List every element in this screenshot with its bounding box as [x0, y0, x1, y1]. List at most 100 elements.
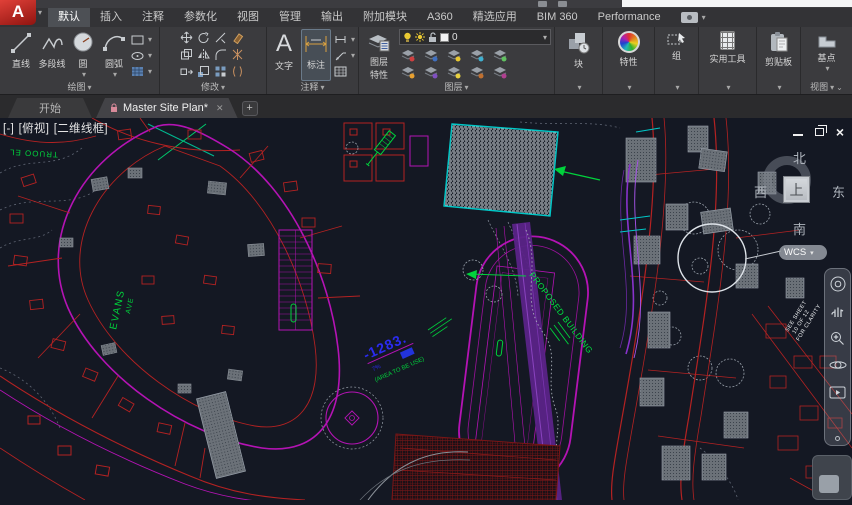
ribbon-tab-featured-apps[interactable]: 精选应用	[463, 8, 527, 27]
mirror-icon[interactable]	[197, 47, 211, 61]
dimension-button[interactable]: 标注	[301, 29, 331, 81]
viewcube-east[interactable]: 东	[832, 182, 845, 201]
quick-access-icon[interactable]	[558, 1, 567, 7]
dropdown-arrow-icon[interactable]: ▾	[82, 70, 86, 79]
dropdown-arrow-icon[interactable]: ▾	[702, 8, 706, 27]
dropdown-arrow-icon[interactable]: ▾	[351, 35, 355, 44]
dropdown-arrow-icon[interactable]: ▾	[543, 33, 547, 42]
orbit-icon[interactable]	[829, 356, 847, 374]
quick-access-icon[interactable]	[538, 1, 547, 7]
viewport-view-control[interactable]: [俯视]	[19, 123, 50, 135]
wcs-selector[interactable]: WCS ▾	[779, 245, 827, 260]
table-icon[interactable]	[334, 64, 348, 78]
viewcube-south[interactable]: 南	[793, 219, 806, 238]
ribbon-tab-annotate[interactable]: 注释	[132, 8, 174, 27]
layer-tool-icon[interactable]	[470, 48, 484, 62]
panel-group-label[interactable]: ▾	[655, 81, 698, 94]
ribbon-tab-performance[interactable]: Performance	[588, 8, 671, 27]
copy-icon[interactable]	[180, 47, 194, 61]
panel-block-label[interactable]: ▾	[555, 81, 602, 94]
panel-draw-label[interactable]: 绘图 ▾	[0, 81, 159, 94]
dropdown-arrow-icon[interactable]: ▾	[148, 51, 152, 60]
app-menu-arrow-icon[interactable]: ▾	[38, 8, 42, 17]
layer-tool-icon[interactable]	[470, 65, 484, 79]
trim-icon[interactable]	[214, 30, 228, 44]
panel-utilities-label[interactable]: ▾	[699, 81, 756, 94]
circle-button[interactable]: 圆 ▾	[69, 29, 97, 81]
panel-properties-label[interactable]: ▾	[603, 81, 654, 94]
layer-select[interactable]: 0 ▾	[399, 29, 551, 45]
layer-tool-icon[interactable]	[493, 48, 507, 62]
arc-button[interactable]: 圆弧 ▾	[100, 29, 128, 81]
ellipse-icon[interactable]	[131, 48, 145, 62]
stretch-icon[interactable]	[180, 64, 194, 78]
hatch-icon[interactable]	[131, 64, 145, 78]
dim-linear-icon[interactable]	[334, 32, 348, 46]
zoom-icon[interactable]	[829, 329, 847, 347]
new-drawing-button[interactable]: +	[241, 101, 258, 116]
restore-icon[interactable]	[814, 125, 827, 136]
layer-tool-icon[interactable]	[401, 65, 415, 79]
pan-icon[interactable]	[829, 302, 847, 320]
rectangle-icon[interactable]	[131, 32, 145, 46]
panel-annotate-label[interactable]: 注释 ▾	[267, 81, 358, 94]
ribbon-tab-parametric[interactable]: 参数化	[174, 8, 227, 27]
properties-button[interactable]: 特性	[615, 29, 643, 81]
layer-tool-icon[interactable]	[424, 48, 438, 62]
ribbon-tab-home[interactable]: 默认	[48, 8, 90, 27]
ribbon-tab-bim360[interactable]: BIM 360	[527, 8, 588, 27]
layer-tool-icon[interactable]	[447, 48, 461, 62]
dropdown-arrow-icon[interactable]: ▾	[113, 70, 117, 79]
layer-tool-icon[interactable]	[401, 48, 415, 62]
rotate-icon[interactable]	[197, 30, 211, 44]
ribbon-tab-view[interactable]: 视图	[227, 8, 269, 27]
move-icon[interactable]	[180, 30, 194, 44]
erase-icon[interactable]	[231, 30, 245, 44]
close-icon[interactable]: ×	[836, 125, 844, 139]
panel-view-label[interactable]: 视图 ▾ ⌄	[801, 81, 852, 94]
clipboard-button[interactable]: 剪贴板	[765, 29, 793, 81]
ribbon-tab-manage[interactable]: 管理	[269, 8, 311, 27]
panel-expand-icon[interactable]: ⌄	[836, 83, 843, 92]
nav-wheel-icon[interactable]	[829, 275, 847, 293]
corner-widget[interactable]	[812, 455, 852, 500]
dropdown-arrow-icon[interactable]: ▾	[351, 51, 355, 60]
minimize-icon[interactable]	[792, 134, 803, 136]
layer-tool-icon[interactable]	[493, 65, 507, 79]
ribbon-tab-output[interactable]: 输出	[311, 8, 353, 27]
doc-tab-start[interactable]: 开始	[8, 98, 92, 118]
leader-icon[interactable]	[334, 48, 348, 62]
line-button[interactable]: 直线	[7, 29, 35, 81]
offset-icon[interactable]	[231, 64, 245, 78]
polyline-button[interactable]: 多段线	[38, 29, 66, 81]
viewcube-west[interactable]: 西	[754, 182, 767, 201]
utilities-button[interactable]: 实用工具	[709, 29, 746, 81]
dropdown-arrow-icon[interactable]: ▾	[825, 64, 829, 73]
layer-tool-icon[interactable]	[424, 65, 438, 79]
fillet-icon[interactable]	[214, 47, 228, 61]
panel-clipboard-label[interactable]: ▾	[757, 81, 800, 94]
ribbon-tab-insert[interactable]: 插入	[90, 8, 132, 27]
layer-tool-icon[interactable]	[447, 65, 461, 79]
scale-icon[interactable]	[197, 64, 211, 78]
group-button[interactable]: 组	[663, 29, 691, 81]
capture-icon[interactable]	[680, 12, 698, 23]
navbar-options-icon[interactable]	[835, 436, 840, 441]
layer-properties-button[interactable]: 图层 特性	[362, 29, 396, 81]
panel-layers-label[interactable]: 图层 ▾	[359, 81, 554, 94]
ribbon-tab-a360[interactable]: A360	[417, 8, 463, 27]
dropdown-arrow-icon[interactable]: ▾	[148, 67, 152, 76]
viewport-style-control[interactable]: [二维线框]	[54, 123, 108, 135]
basepoint-button[interactable]: 基点 ▾	[813, 29, 841, 81]
doc-tab-master-site-plan[interactable]: Master Site Plan* ✕	[96, 98, 238, 118]
text-button[interactable]: A 文字	[270, 29, 298, 81]
showmotion-icon[interactable]	[829, 383, 847, 401]
block-button[interactable]: 块	[565, 29, 593, 81]
dropdown-arrow-icon[interactable]: ▾	[148, 35, 152, 44]
ribbon-tab-addins[interactable]: 附加模块	[353, 8, 417, 27]
viewport-menu-control[interactable]: [-]	[3, 123, 14, 135]
close-tab-icon[interactable]: ✕	[216, 103, 224, 114]
drawing-canvas[interactable]: PROPOSED BUILDING -1283. 7% (AREA TO BE …	[0, 117, 852, 505]
viewcube-north[interactable]: 北	[793, 148, 806, 167]
explode-icon[interactable]	[231, 47, 245, 61]
